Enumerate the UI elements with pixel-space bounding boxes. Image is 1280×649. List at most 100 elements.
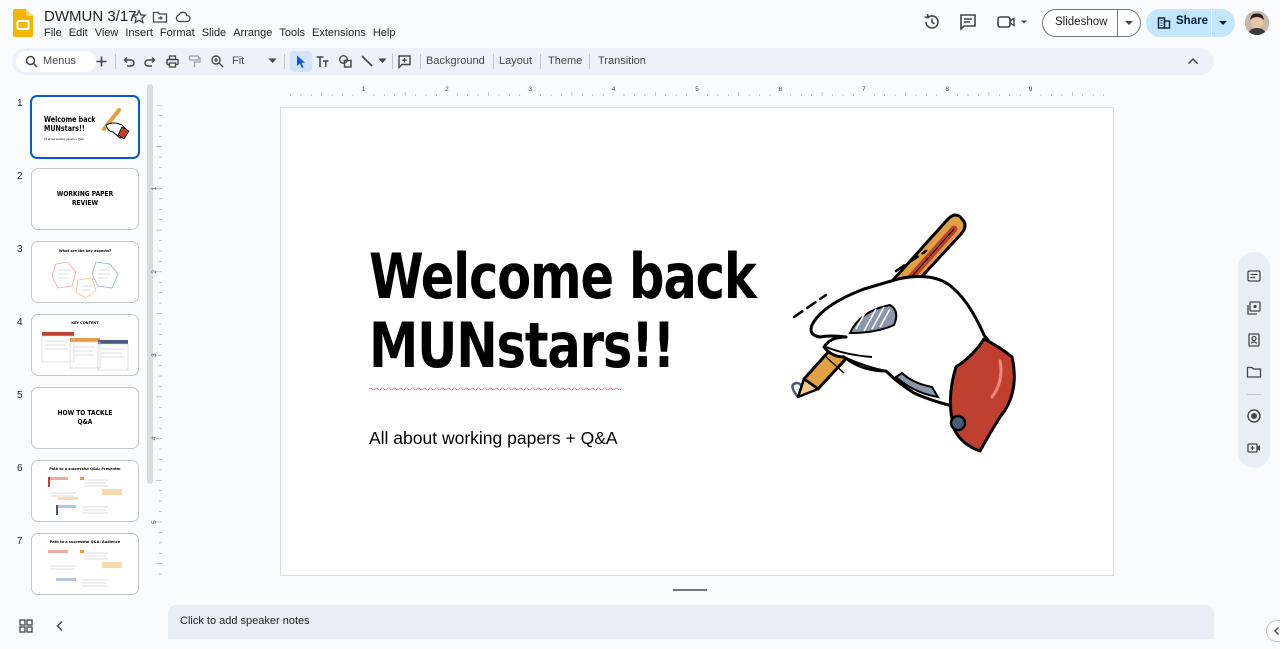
undo-icon[interactable]	[121, 54, 136, 69]
hand-writing-with-pen-illustration[interactable]	[786, 207, 1036, 455]
collapse-toolbar-chevron-up-icon[interactable]	[1187, 56, 1199, 66]
spellcheck-underline[interactable]	[369, 387, 621, 390]
slideshow-options-caret-icon[interactable]	[1125, 20, 1133, 26]
vertical-ruler[interactable]: 1 2 3 4 5	[150, 105, 164, 575]
slides-app: DWMUN 3/17 File Edit View Insert Format …	[0, 0, 1280, 649]
account-avatar[interactable]	[1245, 11, 1269, 35]
ruler-label: 7	[862, 86, 866, 93]
ruler-label: 4	[151, 436, 158, 440]
menu-insert[interactable]: Insert	[125, 27, 158, 39]
title-bar: DWMUN 3/17 File Edit View Insert Format …	[0, 0, 1280, 46]
add-comment-icon[interactable]	[397, 54, 412, 69]
slide-number: 1	[17, 98, 23, 109]
zoom-icon[interactable]	[210, 54, 225, 69]
meet-camera-icon[interactable]	[996, 12, 1030, 32]
menu-slide[interactable]: Slide	[202, 27, 231, 39]
transition-button[interactable]: Transition	[598, 55, 646, 67]
toolbar-separator	[392, 54, 393, 69]
version-history-icon[interactable]	[922, 12, 942, 32]
star-icon[interactable]	[131, 9, 147, 25]
horizontal-ruler[interactable]: 1 2 3 4 5 6 7 8 9	[280, 86, 1114, 96]
thumb-diagram-graphic	[51, 261, 119, 299]
select-tool-button[interactable]	[290, 51, 312, 72]
thumb-cards-graphic	[41, 332, 129, 371]
line-dropdown-caret-icon[interactable]	[378, 58, 387, 64]
slide-thumbnail-2[interactable]: WORKING PAPER REVIEW	[31, 168, 139, 230]
slide-thumbnail-4[interactable]: KEY CONTENT	[31, 314, 139, 376]
menu-help[interactable]: Help	[373, 27, 401, 39]
zoom-dropdown-caret-icon[interactable]	[268, 58, 277, 64]
zoom-value[interactable]: Fit	[232, 55, 244, 67]
thumb-subtitle: All about working papers + Q&A	[44, 137, 84, 141]
background-button[interactable]: Background	[426, 55, 485, 67]
slide-thumbnail-3[interactable]: What are the key aspects?	[31, 241, 139, 303]
toolbar-separator	[284, 54, 285, 69]
menu-format[interactable]: Format	[160, 27, 200, 39]
video-add-icon[interactable]	[1246, 440, 1262, 456]
thumb-title: Path to a successful Q&A: Audience	[49, 540, 121, 544]
menu-arrange[interactable]: Arrange	[233, 27, 277, 39]
thumb-title: KEY CONTENT	[71, 321, 99, 325]
slides-library-icon[interactable]	[1246, 300, 1262, 316]
avatar-face-icon	[1245, 11, 1269, 35]
record-icon[interactable]	[1246, 408, 1262, 424]
speaker-notes-area[interactable]: Click to add speaker notes	[168, 605, 1214, 639]
share-building-icon	[1157, 17, 1171, 29]
redo-icon[interactable]	[143, 54, 158, 69]
comments-icon[interactable]	[958, 12, 978, 32]
menu-tools[interactable]: Tools	[279, 27, 310, 39]
search-icon	[25, 55, 38, 68]
slide-subtitle[interactable]: All about working papers + Q&A	[369, 428, 618, 449]
ruler-label: 3	[528, 86, 532, 93]
print-icon[interactable]	[165, 54, 180, 69]
cloud-saved-icon[interactable]	[175, 9, 191, 25]
collapse-filmstrip-chevron-left-icon[interactable]	[53, 619, 67, 633]
menu-file[interactable]: File	[44, 27, 67, 39]
thumb-title: What are the key aspects?	[58, 249, 112, 253]
slide-number: 6	[17, 463, 23, 474]
line-icon[interactable]	[360, 54, 375, 69]
menus-search-box[interactable]: Menus	[16, 51, 96, 72]
folder-icon[interactable]	[1246, 364, 1262, 380]
notes-resize-handle[interactable]	[673, 589, 707, 591]
theme-button[interactable]: Theme	[548, 55, 582, 67]
menu-view[interactable]: View	[95, 27, 124, 39]
share-button[interactable]: Share	[1146, 9, 1235, 37]
contacts-icon[interactable]	[1246, 332, 1262, 348]
document-title[interactable]: DWMUN 3/17	[44, 8, 137, 25]
menu-edit[interactable]: Edit	[69, 27, 93, 39]
menu-extensions[interactable]: Extensions	[312, 27, 371, 39]
share-options-caret-icon[interactable]	[1219, 20, 1227, 26]
slide-number: 5	[17, 390, 23, 401]
expand-side-panel-button[interactable]	[1266, 620, 1280, 642]
slides-logo-icon[interactable]	[13, 9, 33, 37]
slide-thumbnail-6[interactable]: Path to a successful Q&A: Presenter	[31, 460, 139, 522]
keep-notes-icon[interactable]	[1246, 268, 1262, 284]
thumb-title-line: MUNstars!!	[44, 123, 85, 133]
ruler-label: 1	[362, 86, 366, 93]
paint-format-icon[interactable]	[187, 54, 202, 69]
menu-bar: File Edit View Insert Format Slide Arran…	[44, 27, 402, 39]
ruler-label: 4	[612, 86, 616, 93]
current-slide[interactable]: Welcome back MUNstars!! All about workin…	[280, 107, 1114, 576]
grid-view-icon[interactable]	[19, 619, 33, 633]
ruler-labels: 1 2 3 4 5 6 7 8 9	[362, 86, 1033, 93]
shape-icon[interactable]	[338, 54, 353, 69]
slide-thumbnail-7[interactable]: Path to a successful Q&A: Audience	[31, 533, 139, 595]
slide-filmstrip: 1 Welcome back MUNstars!! All about work…	[0, 84, 156, 598]
move-folder-icon[interactable]	[152, 9, 168, 25]
share-label: Share	[1176, 15, 1208, 27]
ruler-label: 6	[779, 86, 783, 93]
text-box-icon[interactable]	[315, 54, 330, 69]
slideshow-button[interactable]: Slideshow	[1042, 9, 1141, 37]
slide-title[interactable]: Welcome back MUNstars!!	[369, 242, 817, 380]
thumb-title: WORKING PAPER REVIEW	[40, 190, 130, 207]
new-slide-plus-icon[interactable]	[94, 54, 109, 69]
toolbar-separator	[420, 54, 421, 69]
ruler-label: 3	[151, 353, 158, 357]
slide-thumbnail-5[interactable]: HOW TO TACKLE Q&A	[31, 387, 139, 449]
slide-thumbnail-1[interactable]: Welcome back MUNstars!! All about workin…	[30, 95, 140, 159]
slide-number: 7	[17, 536, 23, 547]
ruler-label: 1	[151, 186, 158, 190]
layout-button[interactable]: Layout	[499, 55, 532, 67]
